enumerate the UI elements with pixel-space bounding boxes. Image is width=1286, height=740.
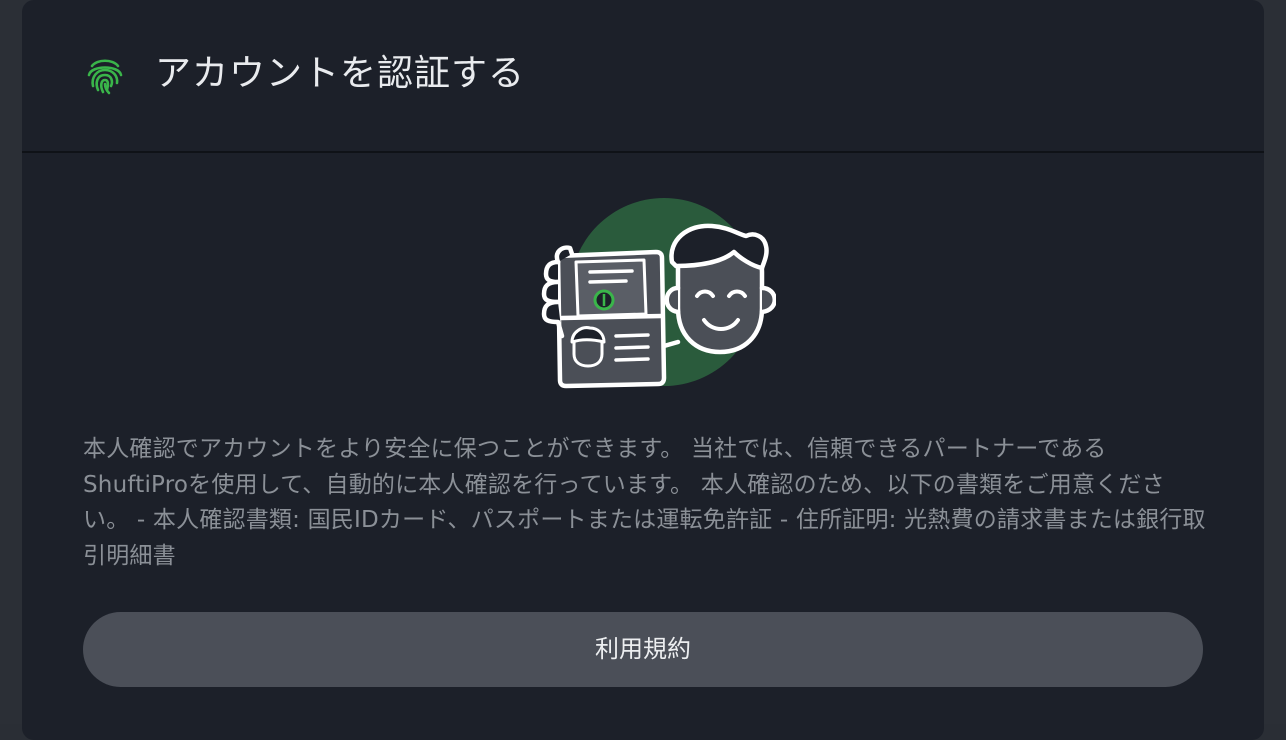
fingerprint-icon: [83, 53, 127, 97]
id-verification-illustration: [516, 196, 777, 396]
verification-description: 本人確認でアカウントをより安全に保つことができます。 当社では、信頼できるパート…: [83, 436, 1206, 569]
dialog-header: アカウントを認証する: [22, 0, 1264, 153]
verify-account-dialog: アカウントを認証する 本人確認でアカウントをより安全に保つことができます。 当社…: [22, 0, 1264, 740]
dialog-title: アカウントを認証する: [155, 53, 526, 94]
terms-of-use-button[interactable]: 利用規約: [83, 612, 1203, 687]
